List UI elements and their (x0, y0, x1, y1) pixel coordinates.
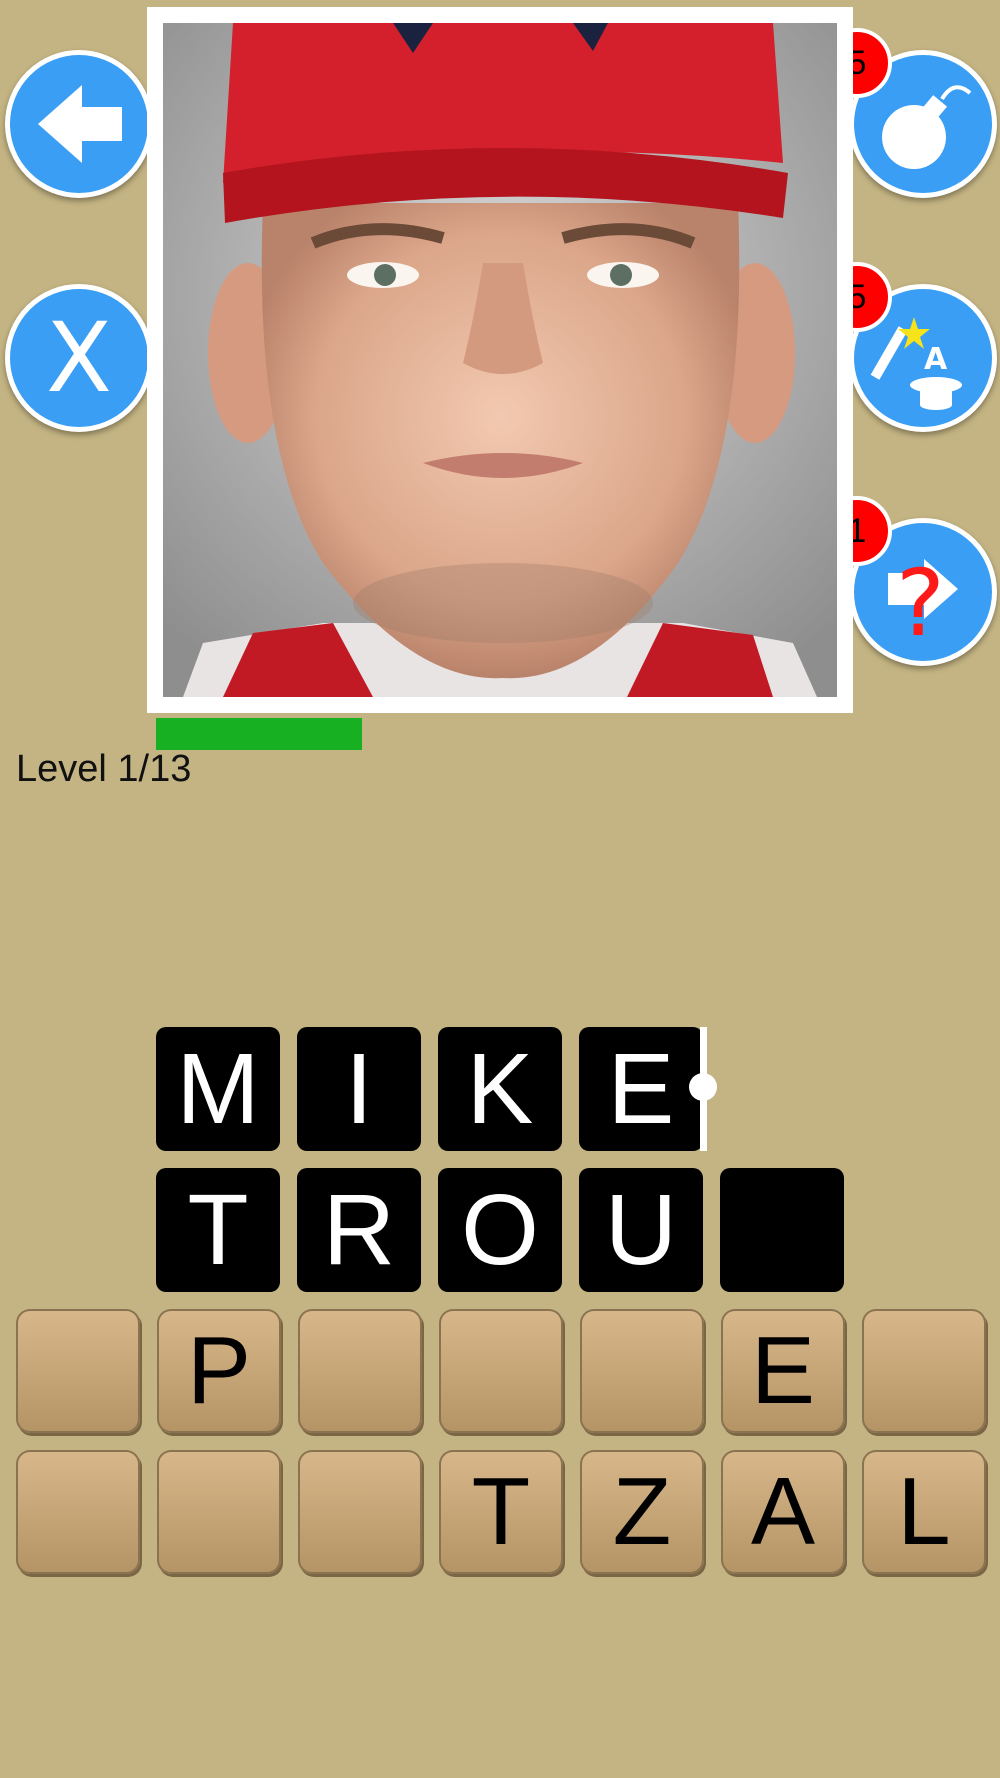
letter-tile[interactable]: T (439, 1450, 563, 1574)
word-separator-dot (689, 1073, 717, 1101)
back-arrow-icon (38, 85, 122, 163)
close-button[interactable]: X (5, 284, 153, 432)
level-progress-bar (156, 718, 362, 750)
close-icon: X (46, 302, 112, 414)
letter-tile[interactable]: P (157, 1309, 281, 1433)
answer-tile[interactable]: R (297, 1168, 421, 1292)
letter-tile[interactable] (439, 1309, 563, 1433)
letter-tile[interactable] (298, 1309, 422, 1433)
player-photo (147, 7, 853, 713)
answer-tile[interactable]: E (579, 1027, 703, 1151)
letter-tile[interactable]: E (721, 1309, 845, 1433)
answer-tile[interactable]: O (438, 1168, 562, 1292)
answer-tile[interactable]: U (579, 1168, 703, 1292)
svg-text:A: A (924, 342, 948, 377)
svg-text:?: ? (896, 550, 945, 657)
back-button[interactable] (5, 50, 153, 198)
answer-tile-empty[interactable] (720, 1168, 844, 1292)
letter-tile[interactable] (157, 1450, 281, 1574)
letter-tile[interactable] (16, 1309, 140, 1433)
letter-tile[interactable]: Z (580, 1450, 704, 1574)
letter-tile[interactable] (580, 1309, 704, 1433)
answer-tile[interactable]: T (156, 1168, 280, 1292)
letter-tile[interactable] (298, 1450, 422, 1574)
level-indicator: Level 1/13 (16, 748, 192, 790)
letter-tile[interactable]: A (721, 1450, 845, 1574)
letter-tile[interactable]: L (862, 1450, 986, 1574)
answer-tile[interactable]: M (156, 1027, 280, 1151)
letter-tile[interactable] (862, 1309, 986, 1433)
answer-tile[interactable]: I (297, 1027, 421, 1151)
letter-tile[interactable] (16, 1450, 140, 1574)
answer-tile[interactable]: K (438, 1027, 562, 1151)
